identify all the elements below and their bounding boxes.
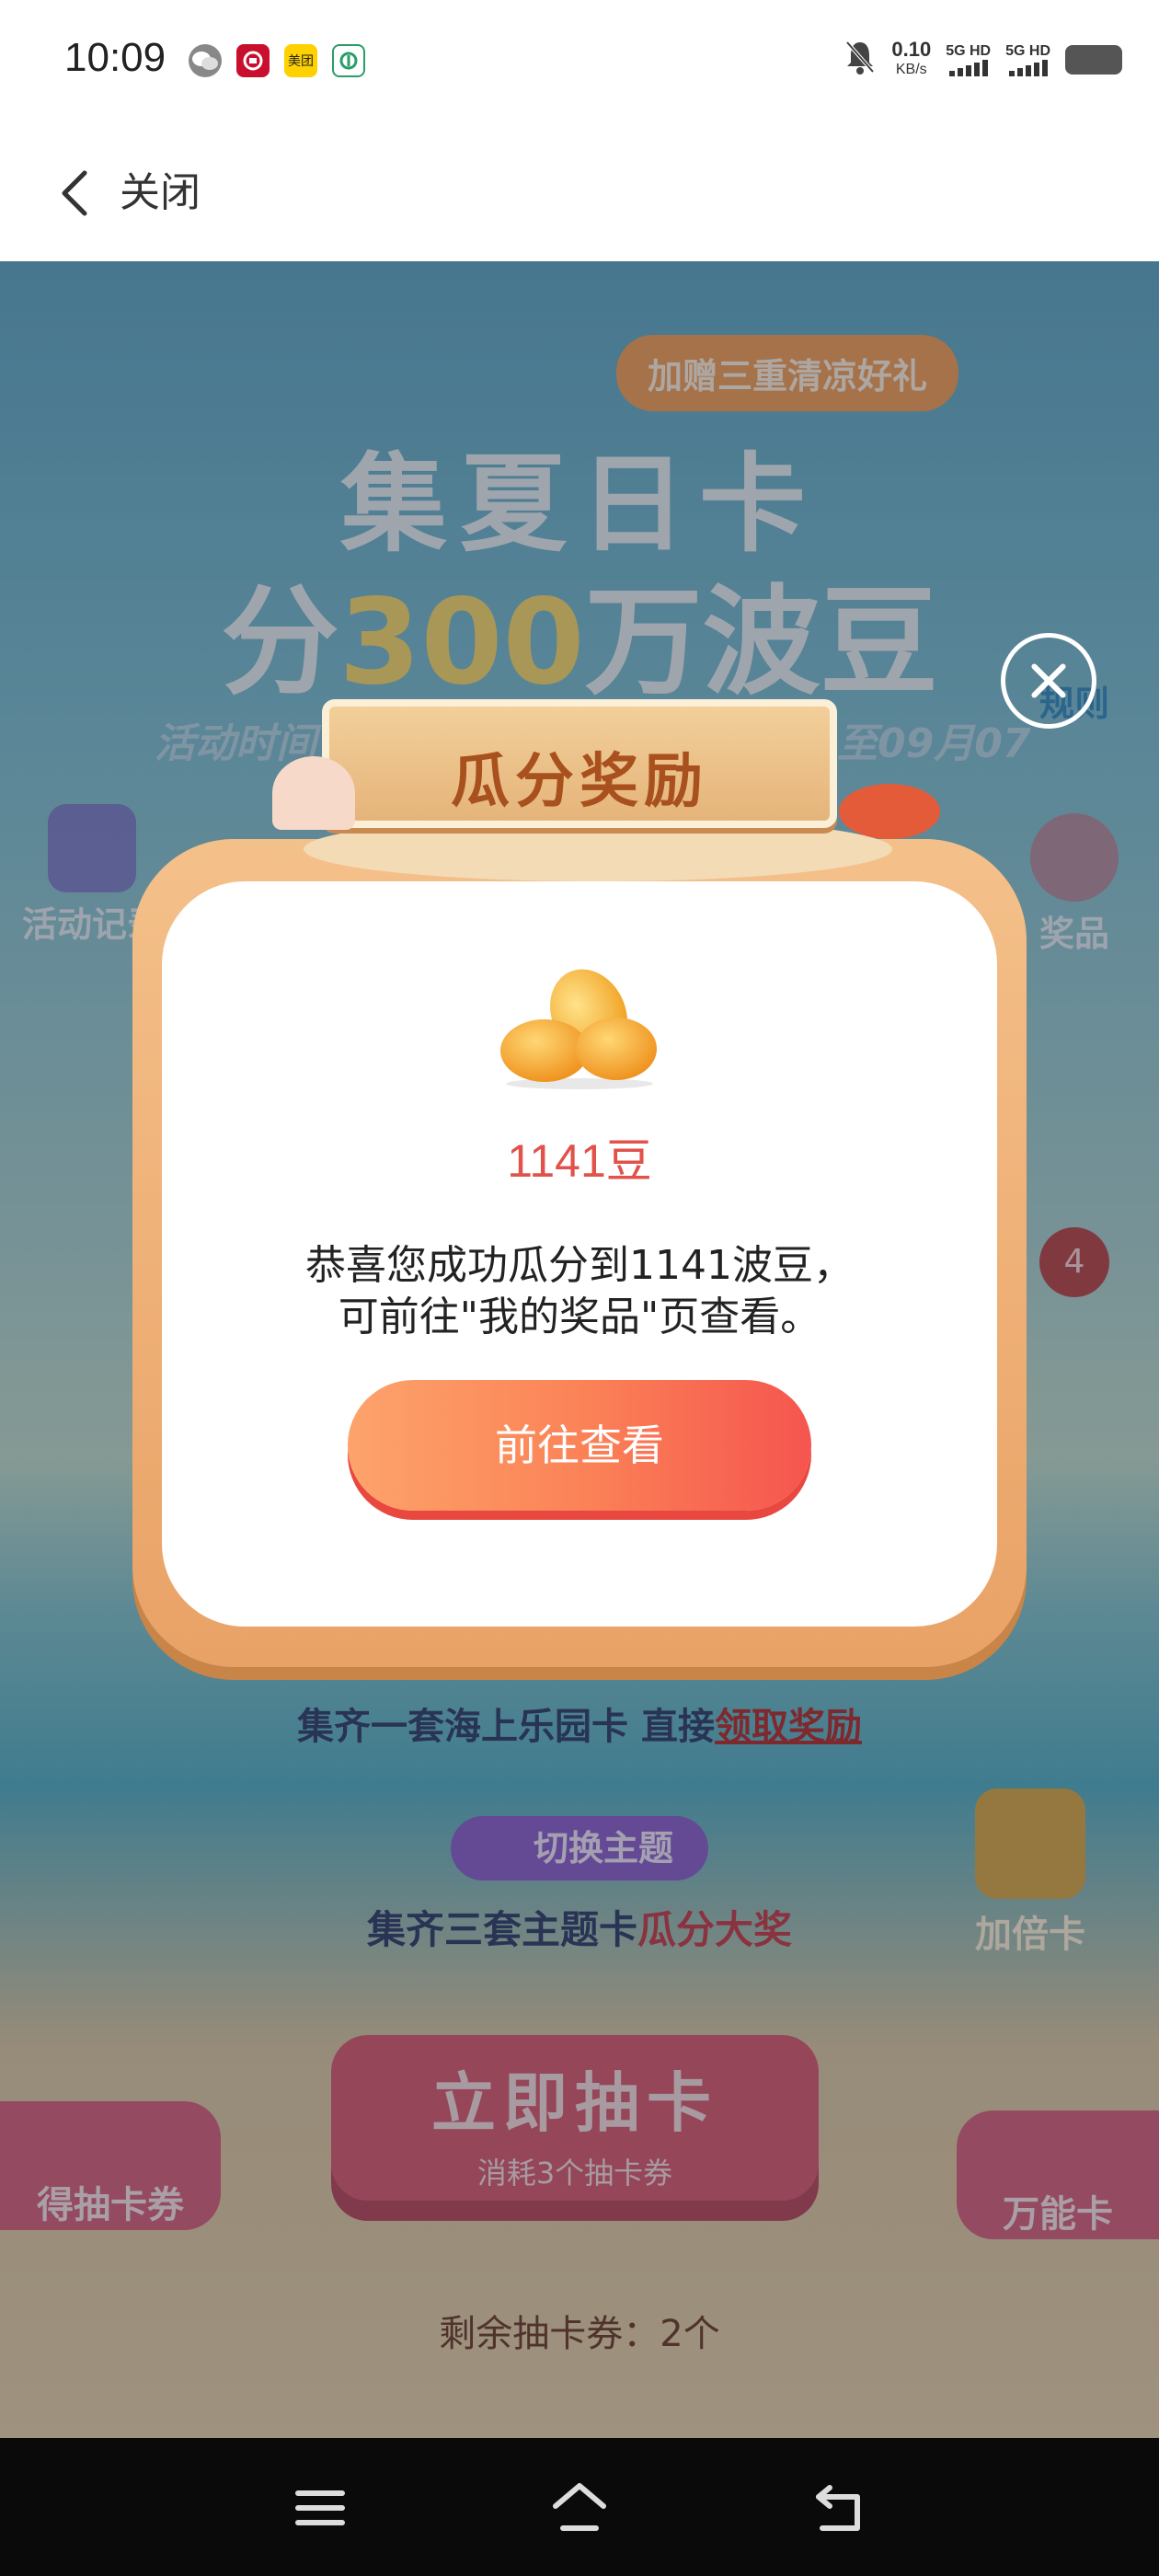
- net-speed: 0.10 KB/s: [891, 37, 932, 80]
- signal-2-label: 5G HD: [1005, 42, 1050, 59]
- back-icon: [816, 2485, 860, 2531]
- chevron-left-icon: [62, 170, 87, 216]
- crab-icon: [839, 784, 940, 839]
- home-icon: [553, 2483, 606, 2531]
- seashell-icon: [272, 756, 355, 830]
- reward-amount: 1141豆: [507, 1135, 652, 1187]
- signal-bars-icon: [946, 59, 991, 76]
- view-prize-button[interactable]: 前往查看: [348, 1380, 811, 1511]
- back-button[interactable]: [52, 166, 107, 221]
- signal-1: 5G HD: [946, 43, 991, 76]
- signal-1-label: 5G HD: [946, 42, 992, 59]
- status-bar: 10:09 美团 0.10 KB/s 5G HD 5G HD: [0, 0, 1159, 129]
- close-page-link[interactable]: 关闭: [120, 166, 201, 221]
- reward-message: 恭喜您成功瓜分到1141波豆， 可前往"我的奖品"页查看。: [0, 1240, 1159, 1343]
- status-indicators: 0.10 KB/s 5G HD 5G HD: [843, 39, 1122, 80]
- meituan-icon: 美团: [284, 44, 317, 77]
- system-nav-bar: [0, 2438, 1159, 2576]
- status-app-icons: 美团: [189, 44, 365, 77]
- modal-title-sign: 瓜分奖励: [322, 699, 837, 828]
- net-speed-value: 0.10: [891, 37, 932, 61]
- signal-2: 5G HD: [1005, 43, 1050, 76]
- reward-message-line1: 恭喜您成功瓜分到1141波豆，: [305, 1242, 854, 1289]
- telecom-app-icon: [332, 44, 365, 77]
- modal-title: 瓜分奖励: [451, 748, 708, 816]
- home-button[interactable]: [550, 2478, 609, 2537]
- nav-bar: 关闭: [0, 129, 1159, 261]
- net-speed-unit: KB/s: [895, 61, 927, 77]
- mute-icon: [843, 39, 877, 80]
- status-time: 10:09: [64, 35, 166, 80]
- beans-icon: [500, 969, 657, 1089]
- signal-bars-icon: [1005, 59, 1050, 76]
- back-nav-button[interactable]: [809, 2478, 868, 2537]
- menu-button[interactable]: [291, 2478, 350, 2537]
- menu-icon: [295, 2490, 345, 2525]
- reward-message-line2: 可前往"我的奖品"页查看。: [338, 1294, 821, 1340]
- bank-app-icon: [236, 44, 270, 77]
- modal-close-button[interactable]: [1001, 633, 1096, 729]
- wechat-icon: [189, 44, 222, 77]
- battery-icon: [1065, 44, 1122, 75]
